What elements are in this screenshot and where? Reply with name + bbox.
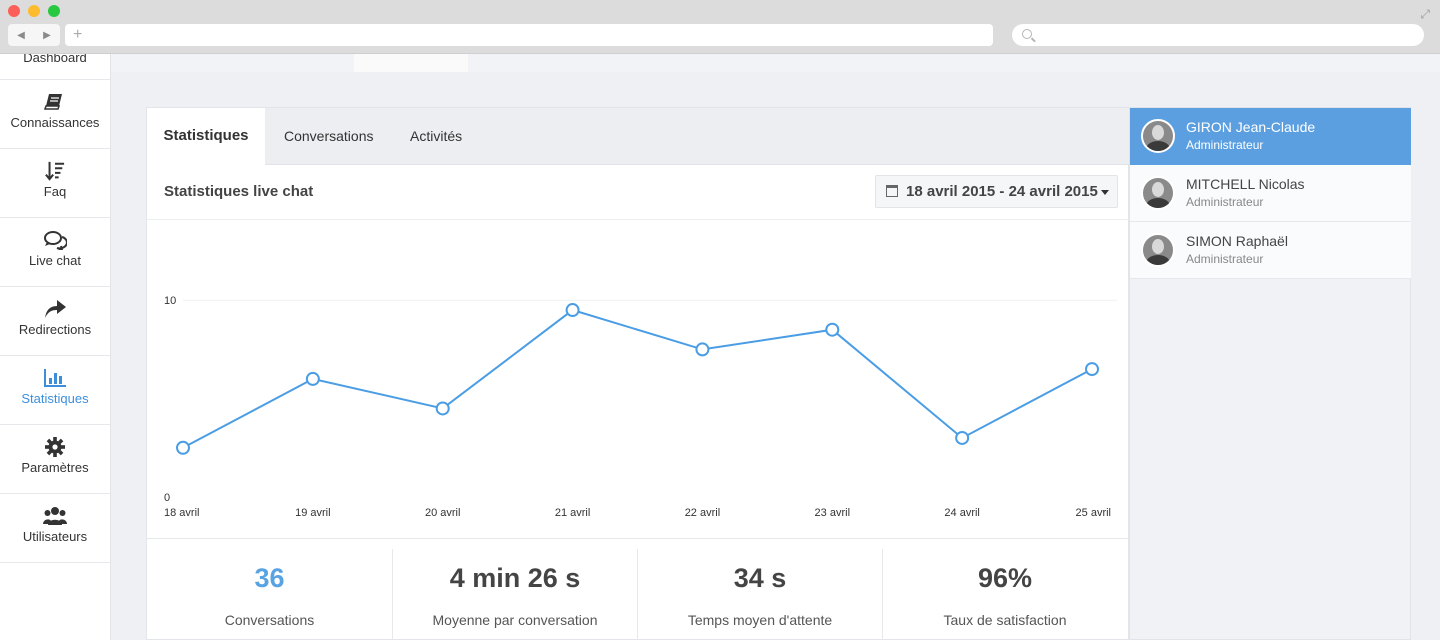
header-strip xyxy=(111,54,1440,72)
kpi-value: 36 xyxy=(254,563,285,593)
sidebar: Dashboard Connaissances Faq Live chat Re… xyxy=(0,54,111,640)
sidebar-item-redirections[interactable]: Redirections xyxy=(0,287,110,356)
header-tab[interactable] xyxy=(354,54,468,72)
kpi-label: Moyenne par conversation xyxy=(432,612,598,628)
data-point xyxy=(435,401,450,416)
y-tick-label: 0 xyxy=(164,492,170,504)
data-point xyxy=(565,303,580,318)
kpi-label: Temps moyen d'attente xyxy=(687,612,833,628)
user-role: Administrateur xyxy=(1186,195,1264,209)
sidebar-item-statistiques[interactable]: Statistiques xyxy=(0,356,110,425)
sidebar-item-label: Live chat xyxy=(28,253,82,268)
kpi-value: 4 min 26 s xyxy=(449,563,581,593)
address-bar[interactable]: + xyxy=(65,24,993,46)
sidebar-item-label: Paramètres xyxy=(21,460,89,475)
data-point xyxy=(955,430,970,445)
data-point xyxy=(305,371,320,386)
sort-icon xyxy=(45,161,65,181)
user-name: GIRON Jean-Claude xyxy=(1186,119,1316,135)
gear-icon xyxy=(45,437,65,457)
tab-bar: Statistiques Conversations Activités xyxy=(147,108,1129,166)
search-icon xyxy=(1022,29,1032,39)
data-point xyxy=(825,322,840,337)
x-tick-label: 21 avril xyxy=(555,507,590,519)
forward-arrow-icon[interactable]: ▶ xyxy=(43,30,51,41)
kpi-value: 34 s xyxy=(733,563,787,593)
user-item[interactable]: SIMON Raphaël Administrateur xyxy=(1130,222,1411,279)
statistics-panel: Statistiques Conversations Activités Sta… xyxy=(146,107,1129,640)
date-range-value: 18 avril 2015 - 24 avril 2015 xyxy=(906,183,1098,200)
stats-header: Statistiques live chat 18 avril 2015 - 2… xyxy=(147,166,1129,220)
y-tick-label: 10 xyxy=(164,295,176,307)
bar-chart-icon xyxy=(44,369,66,387)
sidebar-item-connaissances[interactable]: Connaissances xyxy=(0,80,110,149)
avatar xyxy=(1141,233,1175,267)
kpi-conversations: 36 Conversations xyxy=(147,549,392,640)
sidebar-item-label: Statistiques xyxy=(21,391,89,406)
users-icon xyxy=(43,507,67,525)
share-icon xyxy=(45,300,66,318)
x-tick-label: 20 avril xyxy=(425,507,460,519)
data-point xyxy=(695,342,710,357)
book-icon xyxy=(43,94,62,110)
kpi-average-wait: 34 s Temps moyen d'attente xyxy=(637,549,882,640)
user-role: Administrateur xyxy=(1186,252,1264,266)
sidebar-item-label: Dashboard xyxy=(23,54,87,65)
sidebar-item-dashboard[interactable]: Dashboard xyxy=(0,54,110,80)
kpi-value: 96% xyxy=(977,563,1033,593)
x-tick-label: 19 avril xyxy=(295,507,330,519)
maximize-window-icon[interactable] xyxy=(48,5,60,17)
sidebar-item-label: Redirections xyxy=(18,322,92,337)
avatar xyxy=(1141,176,1175,210)
calendar-icon xyxy=(886,185,898,197)
back-arrow-icon[interactable]: ◀ xyxy=(17,30,25,41)
sidebar-item-label: Faq xyxy=(43,184,67,199)
x-tick-label: 25 avril xyxy=(1076,507,1111,519)
x-tick-label: 24 avril xyxy=(944,507,979,519)
sidebar-item-faq[interactable]: Faq xyxy=(0,149,110,218)
date-range-picker[interactable]: 18 avril 2015 - 24 avril 2015 xyxy=(875,175,1118,208)
user-name: MITCHELL Nicolas xyxy=(1186,176,1305,192)
caret-down-icon xyxy=(1101,190,1109,195)
user-role: Administrateur xyxy=(1186,138,1264,152)
chat-icon xyxy=(44,231,67,250)
sidebar-item-label: Utilisateurs xyxy=(22,529,88,544)
tab-activites[interactable]: Activités xyxy=(410,108,462,165)
kpi-label: Taux de satisfaction xyxy=(943,612,1067,628)
user-item[interactable]: GIRON Jean-Claude Administrateur xyxy=(1130,108,1411,165)
x-tick-label: 18 avril xyxy=(164,507,199,519)
sidebar-item-label: Connaissances xyxy=(10,115,100,130)
minimize-window-icon[interactable] xyxy=(28,5,40,17)
x-tick-label: 23 avril xyxy=(815,507,850,519)
new-tab-icon[interactable]: + xyxy=(73,25,82,45)
x-tick-label: 22 avril xyxy=(685,507,720,519)
kpi-row: 36 Conversations 4 min 26 s Moyenne par … xyxy=(147,538,1129,640)
sidebar-item-parametres[interactable]: Paramètres xyxy=(0,425,110,494)
sidebar-item-utilisateurs[interactable]: Utilisateurs xyxy=(0,494,110,563)
data-point xyxy=(1085,362,1099,377)
tab-statistiques[interactable]: Statistiques xyxy=(147,108,265,166)
section-title: Statistiques live chat xyxy=(164,183,314,200)
users-panel: GIRON Jean-Claude Administrateur MITCHEL… xyxy=(1129,107,1411,640)
kpi-satisfaction: 96% Taux de satisfaction xyxy=(882,549,1127,640)
browser-chrome: ◀ ▶ + ⤢ xyxy=(0,0,1440,54)
user-item[interactable]: MITCHELL Nicolas Administrateur xyxy=(1130,165,1411,222)
close-window-icon[interactable] xyxy=(8,5,20,17)
kpi-label: Conversations xyxy=(224,612,315,628)
avatar xyxy=(1141,119,1175,153)
fullscreen-icon[interactable]: ⤢ xyxy=(1420,7,1430,22)
history-nav: ◀ ▶ xyxy=(8,24,60,46)
kpi-average-duration: 4 min 26 s Moyenne par conversation xyxy=(392,549,637,640)
tab-conversations[interactable]: Conversations xyxy=(284,108,374,165)
chart-canvas: 0 10 18 avril 19 avril 20 avril 21 avril 22 av… xyxy=(164,295,1117,519)
sidebar-item-live-chat[interactable]: Live chat xyxy=(0,218,110,287)
browser-search-input[interactable] xyxy=(1012,24,1424,46)
line-chart: 0 10 18 avril 19 avril 20 avril 21 avril 22 av… xyxy=(147,221,1129,531)
data-point xyxy=(176,440,190,455)
user-name: SIMON Raphaël xyxy=(1186,233,1288,249)
